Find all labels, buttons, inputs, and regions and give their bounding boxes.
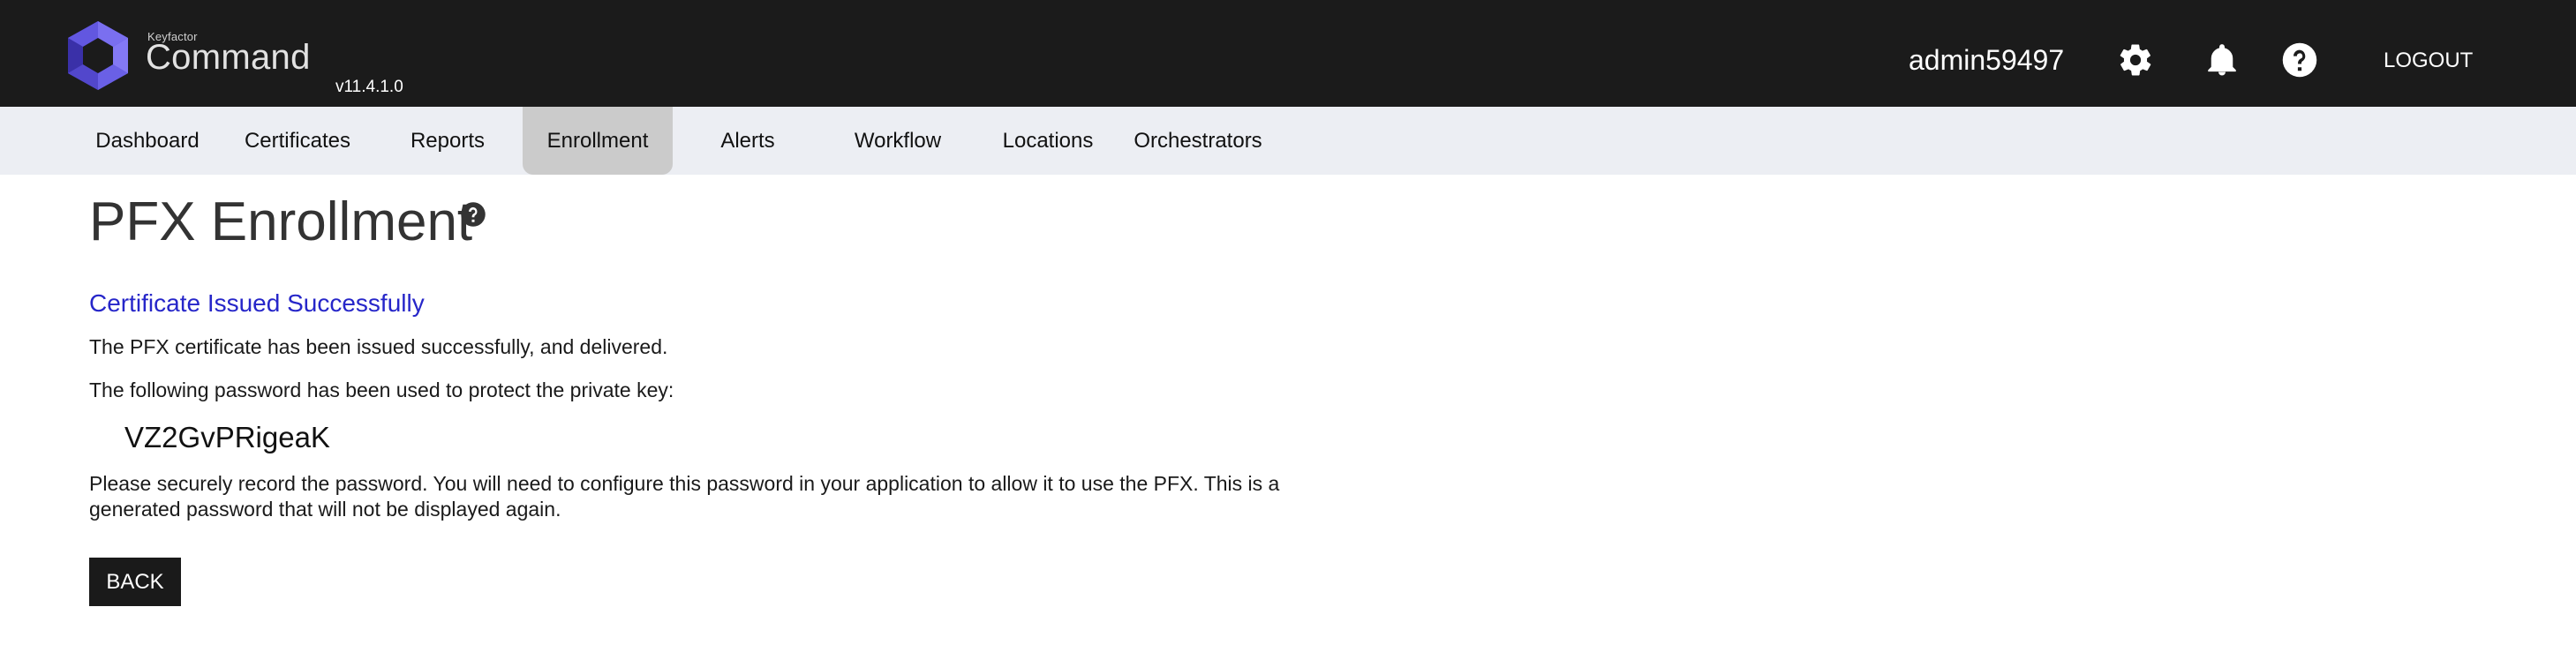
nav-item-orchestrators[interactable]: Orchestrators — [1123, 107, 1273, 175]
keyfactor-logo-icon — [68, 21, 128, 90]
username-label[interactable]: admin59497 — [1909, 44, 2064, 77]
nav-item-alerts[interactable]: Alerts — [682, 107, 814, 175]
nav-item-reports[interactable]: Reports — [381, 107, 514, 175]
settings-gear-icon[interactable] — [2117, 41, 2154, 79]
version-label: v11.4.1.0 — [335, 78, 403, 96]
password-intro-text: The following password has been used to … — [89, 378, 674, 401]
help-question-icon[interactable] — [2281, 41, 2318, 79]
page-title: PFX Enrollment — [89, 191, 473, 252]
main-nav-bar: Dashboard Certificates Reports Enrollmen… — [0, 107, 2576, 175]
page-help-icon[interactable] — [460, 201, 486, 228]
back-button[interactable]: BACK — [89, 558, 181, 606]
nav-item-locations[interactable]: Locations — [982, 107, 1114, 175]
nav-item-enrollment[interactable]: Enrollment — [523, 107, 673, 175]
notifications-bell-icon[interactable] — [2203, 41, 2241, 79]
success-heading: Certificate Issued Successfully — [89, 289, 425, 317]
logout-button[interactable]: LOGOUT — [2384, 49, 2473, 73]
brand-product-name: Command — [146, 38, 311, 77]
issued-message: The PFX certificate has been issued succ… — [89, 335, 668, 358]
nav-item-dashboard[interactable]: Dashboard — [81, 107, 214, 175]
nav-item-workflow[interactable]: Workflow — [832, 107, 964, 175]
nav-item-certificates[interactable]: Certificates — [231, 107, 364, 175]
generated-password: VZ2GvPRigeaK — [124, 421, 330, 453]
top-header: Keyfactor Command v11.4.1.0 admin59497 L… — [0, 0, 2576, 107]
record-password-message-line1: Please securely record the password. You… — [89, 472, 1280, 495]
record-password-message-line2: generated password that will not be disp… — [89, 498, 561, 521]
